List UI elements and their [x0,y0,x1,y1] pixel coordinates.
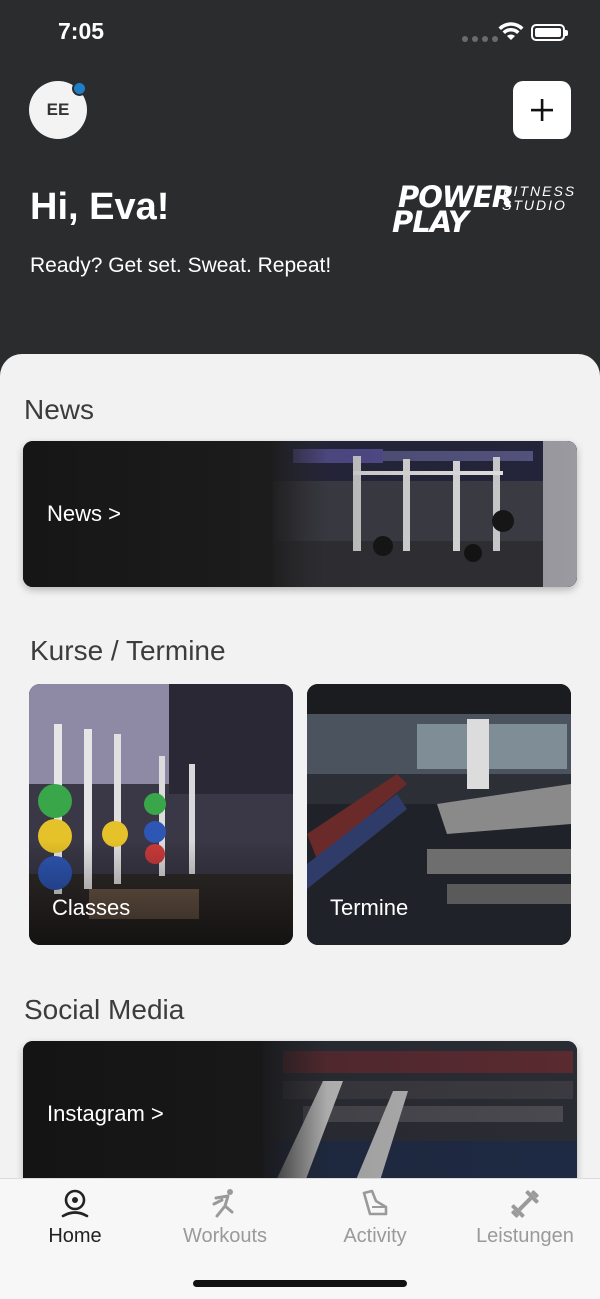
tab-home[interactable]: Home [0,1179,150,1269]
logo-studio-text: STUDIO [502,197,567,213]
tab-activity-label: Activity [343,1225,407,1247]
classes-card[interactable]: Classes [29,684,293,945]
status-bar: 7:05 [0,0,600,66]
tab-home-label: Home [48,1225,102,1247]
main-content[interactable]: News News > Kurse / Termine Classes Term… [0,354,600,1184]
tagline: Ready? Get set. Sweat. Repeat! [30,254,332,277]
wifi-icon [498,22,524,40]
news-banner[interactable]: News > [23,441,577,587]
instagram-link-label[interactable]: Instagram > [47,1101,164,1127]
battery-icon [531,24,568,41]
instagram-banner[interactable]: Instagram > [23,1041,577,1184]
dumbbell-icon [511,1190,539,1218]
tab-bar: Home Workouts Activity Leistungen [0,1178,600,1299]
classes-card-label: Classes [52,895,131,920]
tab-workouts[interactable]: Workouts [150,1179,300,1269]
news-section-title: News [24,394,95,425]
termine-card-label: Termine [330,895,409,920]
greeting-title: Hi, Eva! [30,186,170,228]
notification-dot [72,81,87,96]
logo-play-text: PLAY [392,205,469,239]
plus-icon [531,99,553,121]
status-time: 7:05 [58,18,105,44]
brand-logo: POWER PLAY FITNESS STUDIO [392,182,574,240]
home-indicator[interactable] [193,1280,407,1287]
social-section-title: Social Media [24,994,185,1025]
news-link-label[interactable]: News > [47,501,121,527]
tab-leistungen[interactable]: Leistungen [450,1179,600,1269]
header: 7:05 EE Hi, Eva! Ready? Get set. Sweat. … [0,0,600,400]
tab-activity[interactable]: Activity [300,1179,450,1269]
sneaker-icon [362,1189,388,1216]
tab-workouts-label: Workouts [182,1225,268,1247]
courses-section-title: Kurse / Termine [30,635,226,666]
add-button[interactable] [513,81,571,139]
cellular-signal-icon [462,36,498,42]
runner-icon [212,1189,234,1218]
tab-leistungen-label: Leistungen [476,1225,574,1247]
home-pin-icon [61,1189,89,1218]
termine-card[interactable]: Termine [307,684,571,945]
